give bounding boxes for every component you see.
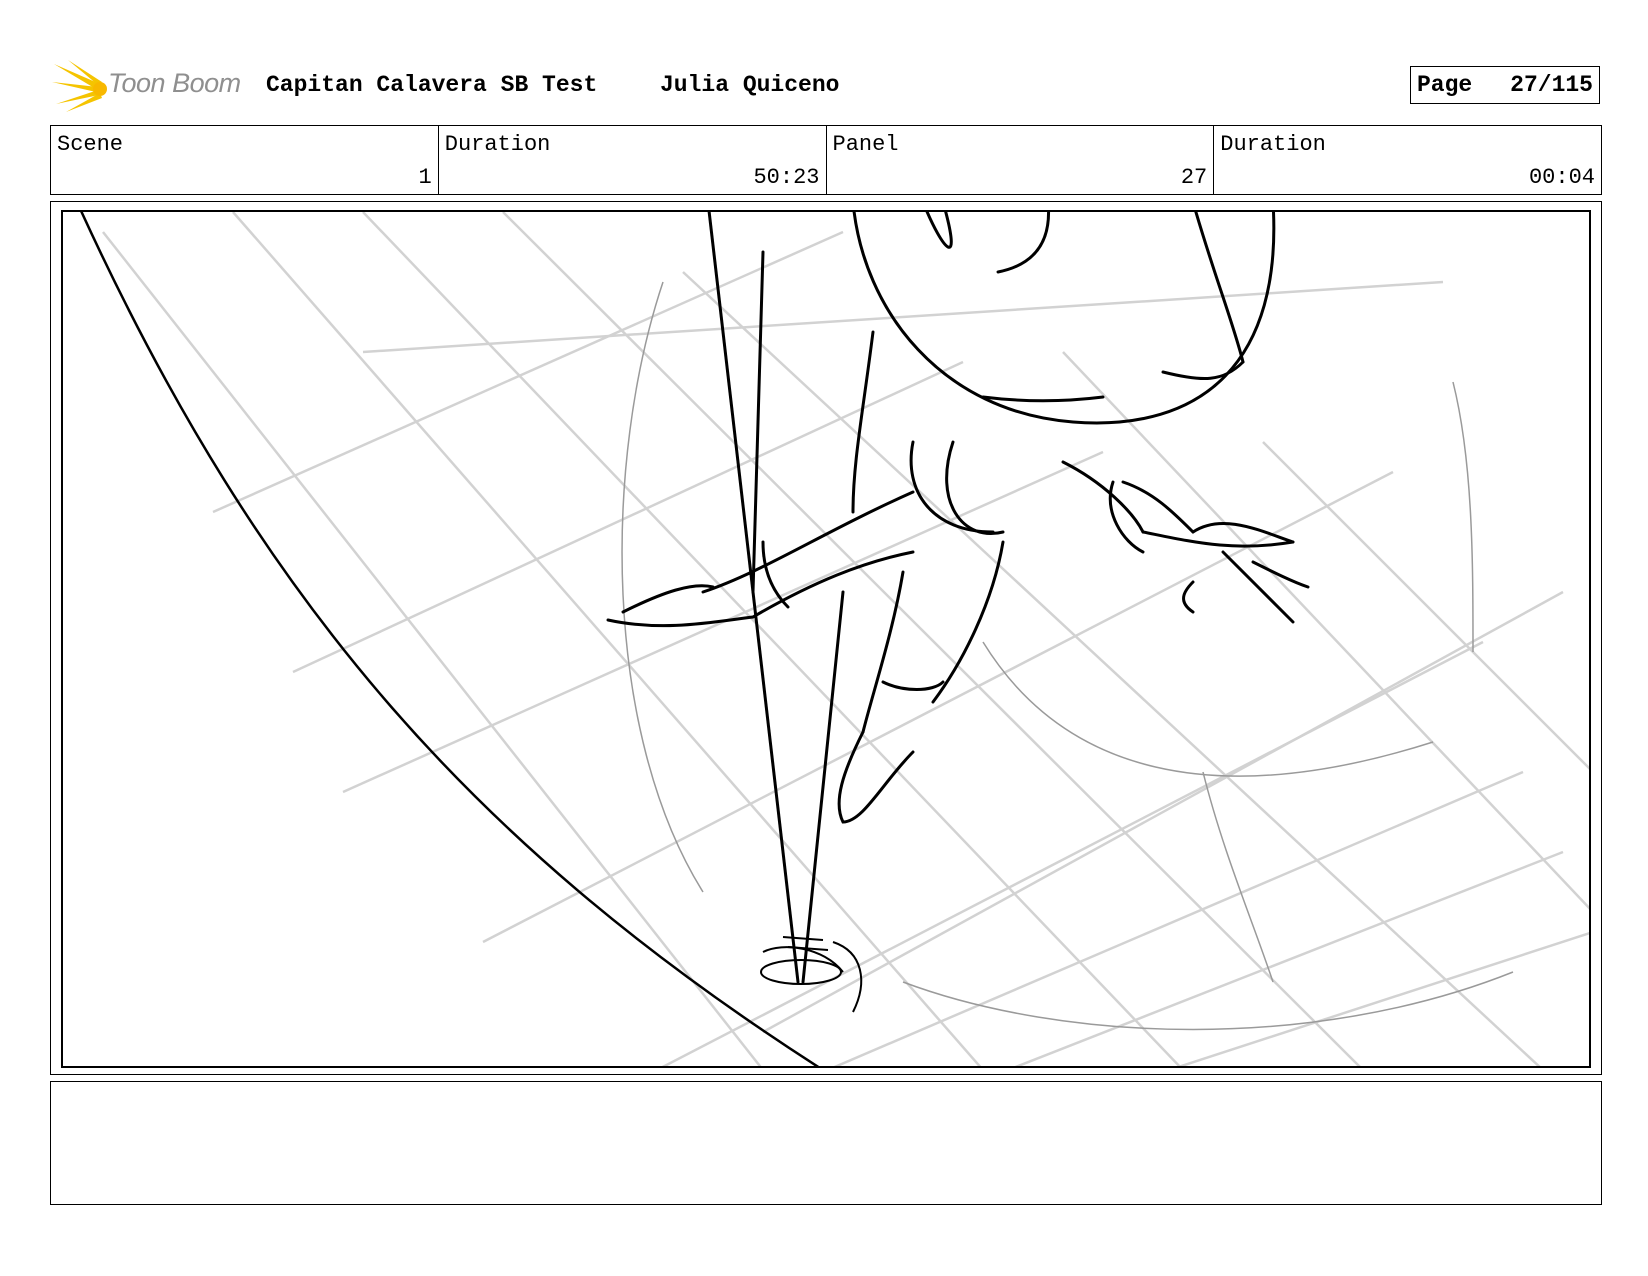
page-number: 27/115 — [1510, 72, 1593, 98]
scene-duration-label: Duration — [444, 132, 551, 157]
storyboard-panel-image — [61, 210, 1591, 1068]
figure-sketch — [606, 212, 1310, 984]
toon-boom-logo: Toon Boom — [52, 58, 252, 114]
scene-duration-value: 50:23 — [753, 165, 820, 190]
panel-value: 27 — [1180, 165, 1208, 190]
scene-value: 1 — [418, 165, 432, 190]
scene-duration-cell: Duration 50:23 — [439, 126, 827, 194]
panel-notes-box — [50, 1081, 1602, 1205]
panel-duration-label: Duration — [1220, 132, 1326, 157]
panel-cell: Panel 27 — [827, 126, 1215, 194]
pole-base — [760, 936, 863, 1013]
panel-duration-value: 00:04 — [1528, 165, 1595, 190]
flare-icon — [52, 60, 107, 112]
floor-grid — [102, 212, 1589, 1066]
page-indicator: Page 27/115 — [1410, 66, 1600, 104]
page-header: Toon Boom Capitan Calavera SB Test Julia… — [0, 0, 1648, 120]
panel-duration-cell: Duration 00:04 — [1214, 126, 1601, 194]
scene-label: Scene — [57, 132, 124, 157]
storyboard-sketch — [80, 212, 1589, 1066]
logo-text: Toon Boom — [108, 68, 241, 98]
author-name: Julia Quiceno — [660, 72, 840, 98]
page-label: Page — [1417, 72, 1473, 98]
scene-info-table: Scene 1 Duration 50:23 Panel 27 Duration… — [50, 125, 1602, 195]
scene-cell: Scene 1 — [51, 126, 439, 194]
project-title: Capitan Calavera SB Test — [266, 72, 598, 98]
panel-label: Panel — [832, 132, 899, 157]
